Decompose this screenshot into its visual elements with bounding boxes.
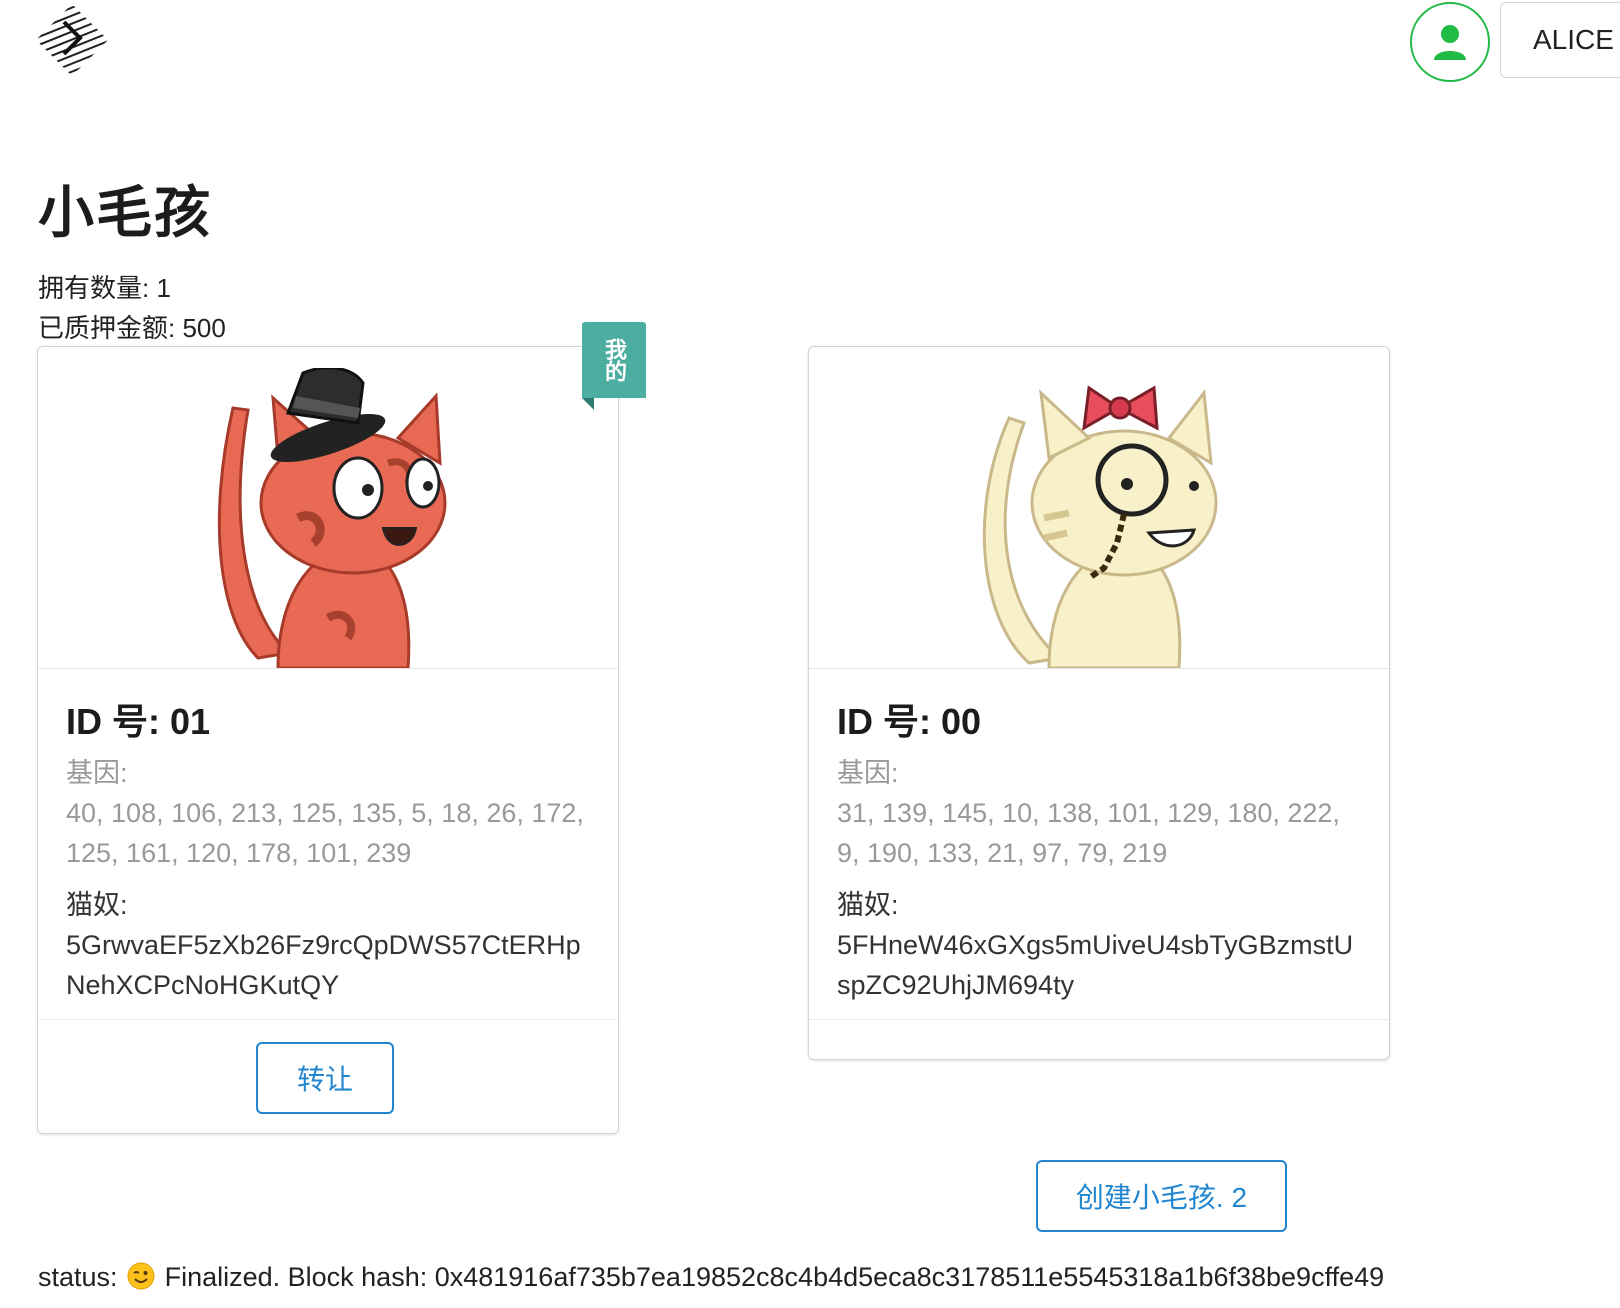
substrate-logo (36, 4, 108, 76)
mine-badge: 我的 (582, 322, 646, 410)
page-title: 小毛孩 (38, 181, 212, 244)
kitty-image (809, 347, 1389, 669)
kitties-page: ALICE 小毛孩 拥有数量: 1 已质押金额: 500 ID 号: 01 基因… (0, 0, 1620, 1308)
status-prefix: status: (38, 1262, 118, 1292)
create-kitty-button[interactable]: 创建小毛孩. 2 (1036, 1160, 1287, 1232)
kitty-card: ID 号: 00 基因: 31, 139, 145, 10, 138, 101,… (808, 346, 1390, 1060)
user-icon (1434, 25, 1466, 60)
staked-amount: 已质押金额: 500 (38, 313, 226, 343)
mine-badge-label: 我的 (602, 338, 627, 382)
wink-emoji-icon (127, 1262, 155, 1290)
account-avatar-button[interactable] (1410, 2, 1490, 82)
kitty-dna: 31, 139, 145, 10, 138, 101, 129, 180, 22… (837, 798, 1340, 868)
owned-count: 拥有数量: 1 (38, 273, 171, 303)
card-actions: 转让 (38, 1019, 618, 1114)
kitty-image (38, 347, 618, 669)
transfer-button[interactable]: 转让 (256, 1042, 394, 1114)
kitty-dna-label: 基因: (837, 758, 899, 788)
kitty-id: ID 号: 01 (66, 701, 211, 742)
kitty-dna: 40, 108, 106, 213, 125, 135, 5, 18, 26, … (66, 798, 584, 868)
kitty-id: ID 号: 00 (837, 701, 982, 742)
kitty-card: ID 号: 01 基因: 40, 108, 106, 213, 125, 135… (37, 346, 619, 1134)
kitty-owner-label: 猫奴: (66, 890, 128, 920)
account-selector[interactable]: ALICE (1500, 2, 1620, 78)
card-actions (809, 1019, 1389, 1020)
kitty-owner: 5FHneW46xGXgs5mUiveU4sbTyGBzmstUspZC92Uh… (837, 930, 1354, 1000)
status-text: Finalized. Block hash: 0x481916af735b7ea… (164, 1262, 1385, 1292)
status-line: status: Finalized. Block hash: 0x481916a… (38, 1262, 1384, 1293)
kitty-owner-label: 猫奴: (837, 890, 899, 920)
kitty-dna-label: 基因: (66, 758, 128, 788)
kitty-owner: 5GrwvaEF5zXb26Fz9rcQpDWS57CtERHpNehXCPcN… (66, 930, 581, 1000)
account-name: ALICE (1533, 24, 1614, 55)
